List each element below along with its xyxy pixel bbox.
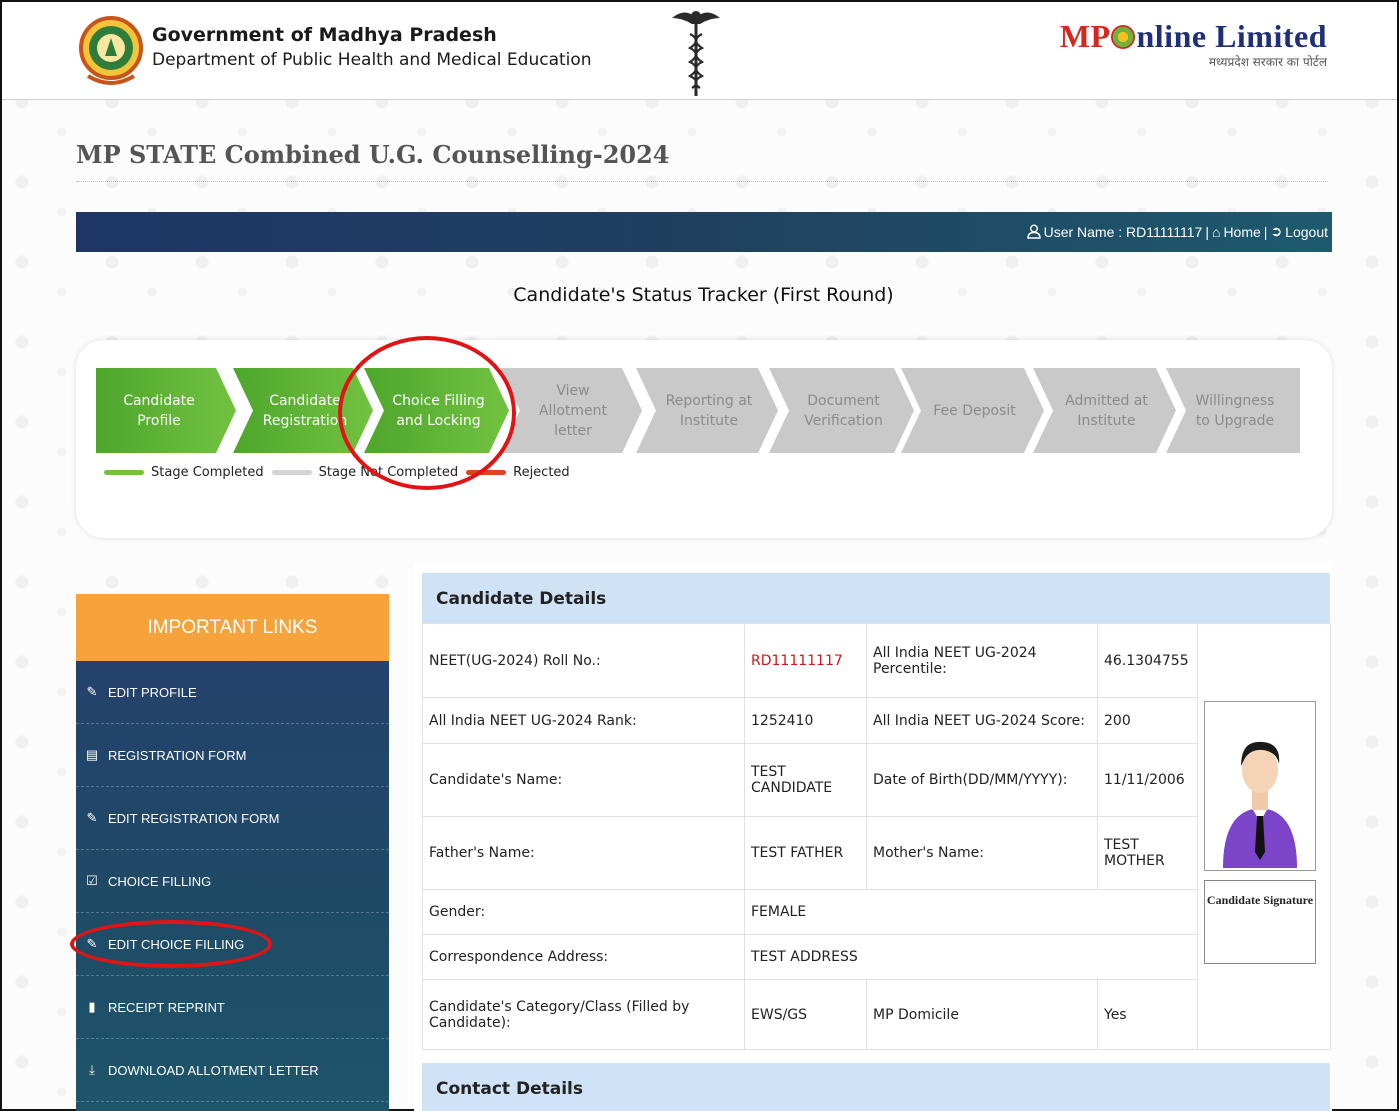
candidate-details-panel: Candidate Details NEET(UG-2024) Roll No.… [414, 563, 1332, 1111]
roll-value: RD11111117 [744, 623, 867, 698]
dob-label: Date of Birth(DD/MM/YYYY): [866, 743, 1098, 817]
score-value: 200 [1097, 697, 1198, 744]
domicile-label: MP Domicile [866, 979, 1098, 1050]
stage-candidate-profile[interactable]: Candidate Profile [96, 368, 236, 453]
name-value: TEST CANDIDATE [744, 743, 867, 817]
sidebar-item-edit-choice-filling[interactable]: ✎ EDIT CHOICE FILLING [76, 913, 389, 976]
title-divider [76, 181, 1328, 182]
stage-willingness-upgrade[interactable]: Willingness to Upgrade [1166, 368, 1300, 453]
stage-progress-bar: Candidate Profile Candidate Registration… [96, 368, 1300, 453]
nav-separator: | [1263, 223, 1268, 240]
mponline-tagline: मध्यप्रदेश सरकार का पोर्टल [1208, 55, 1327, 69]
candidate-details-heading: Candidate Details [422, 573, 1330, 623]
mother-value: TEST MOTHER [1097, 816, 1198, 890]
dob-value: 11/11/2006 [1097, 743, 1198, 817]
mp-government-emblem-icon [79, 16, 143, 85]
sidebar-item-edit-registration-form[interactable]: ✎ EDIT REGISTRATION FORM [76, 787, 389, 850]
stage-legend: Stage Completed Stage Not Completed Reje… [104, 465, 578, 480]
download-icon: ⤓ [89, 1062, 95, 1077]
legend-swatch [466, 470, 507, 475]
edit-icon: ✎ [86, 810, 98, 825]
mother-label: Mother's Name: [866, 816, 1098, 890]
stage-candidate-registration[interactable]: Candidate Registration [233, 368, 373, 453]
name-label: Candidate's Name: [422, 743, 745, 817]
home-icon[interactable]: ⌂ [1212, 224, 1220, 240]
top-navbar: User Name : RD11111117 | ⌂ Home | ➲ Logo… [76, 212, 1332, 252]
candidate-signature: Candidate Signature [1204, 880, 1316, 964]
stage-admitted-institute[interactable]: Admitted at Institute [1033, 368, 1176, 453]
sidebar-item-choice-filling[interactable]: ☑ CHOICE FILLING [76, 850, 389, 913]
rank-value: 1252410 [744, 697, 867, 744]
stage-reporting-institute[interactable]: Reporting at Institute [636, 368, 778, 453]
stage-fee-deposit[interactable]: Fee Deposit [901, 368, 1044, 453]
percentile-label: All India NEET UG-2024 Percentile: [866, 623, 1098, 698]
edit-icon: ✎ [86, 684, 98, 699]
form-card-icon: ▤ [85, 747, 99, 762]
legend-swatch [271, 470, 312, 475]
stage-document-verification[interactable]: Document Verification [769, 368, 914, 453]
sidebar-item-registration-form[interactable]: ▤ REGISTRATION FORM [76, 724, 389, 787]
candidate-details-table: NEET(UG-2024) Roll No.: RD11111117 All I… [422, 623, 1331, 1050]
department-subtitle: Department of Public Health and Medical … [152, 50, 592, 70]
category-value: EWS/GS [744, 979, 867, 1050]
important-links-sidebar: IMPORTANT LINKS ✎ EDIT PROFILE ▤ REGISTR… [76, 594, 389, 1111]
category-label: Candidate's Category/Class (Filled by Ca… [422, 979, 745, 1050]
sidebar-heading: IMPORTANT LINKS [76, 594, 389, 661]
score-label: All India NEET UG-2024 Score: [866, 697, 1098, 744]
stage-choice-filling-locking[interactable]: Choice Filling and Locking [364, 368, 509, 453]
sidebar-item-edit-profile[interactable]: ✎ EDIT PROFILE [76, 661, 389, 724]
page-title: MP STATE Combined U.G. Counselling-2024 [76, 140, 670, 169]
user-icon [1026, 224, 1041, 239]
caduceus-icon [672, 11, 720, 96]
roll-label: NEET(UG-2024) Roll No.: [422, 623, 745, 698]
legend-swatch [104, 470, 144, 475]
home-link[interactable]: Home [1223, 224, 1260, 240]
address-label: Correspondence Address: [422, 934, 745, 980]
username-label: User Name : RD11111117 [1043, 223, 1203, 240]
father-value: TEST FATHER [744, 816, 867, 890]
checkbox-icon: ☑ [86, 873, 98, 888]
edit-icon: ✎ [86, 936, 98, 951]
mponline-logo-text: MP nline Limited [1059, 18, 1327, 54]
mponline-logo: MP nline Limited मध्यप्रदेश सरकार का पोर्… [1060, 18, 1327, 70]
rank-label: All India NEET UG-2024 Rank: [422, 697, 745, 744]
contact-details-heading: Contact Details [422, 1063, 1330, 1111]
tracker-heading: Candidate's Status Tracker (First Round) [513, 284, 894, 306]
nav-separator: | [1205, 223, 1209, 240]
domicile-value: Yes [1097, 979, 1198, 1050]
gender-label: Gender: [422, 889, 745, 935]
sidebar-item-download-allotment-letter[interactable]: ⤓ DOWNLOAD ALLOTMENT LETTER [76, 1039, 389, 1102]
stage-view-allotment-letter[interactable]: View Allotment letter [500, 368, 642, 453]
user-nav: User Name : RD11111117 | ⌂ Home | ➲ Logo… [1026, 223, 1328, 240]
percentile-value: 46.1304755 [1097, 623, 1198, 698]
logout-icon[interactable]: ➲ [1270, 223, 1282, 240]
government-title: Government of Madhya Pradesh [152, 24, 497, 46]
mponline-circle-icon [1111, 25, 1136, 49]
avatar-icon [1205, 702, 1315, 870]
address-value: TEST ADDRESS [744, 934, 1198, 980]
legend-completed: Stage Completed [104, 465, 264, 480]
candidate-photo [1204, 701, 1316, 871]
legend-rejected: Rejected [466, 465, 570, 480]
gender-value: FEMALE [744, 889, 1198, 935]
document-icon: ▮ [88, 999, 96, 1014]
father-label: Father's Name: [422, 816, 745, 890]
sidebar-item-receipt-reprint[interactable]: ▮ RECEIPT REPRINT [76, 976, 389, 1039]
logout-link[interactable]: Logout [1285, 224, 1328, 240]
legend-not-completed: Stage Not Completed [271, 465, 458, 480]
site-header: Government of Madhya Pradesh Department … [2, 2, 1397, 100]
